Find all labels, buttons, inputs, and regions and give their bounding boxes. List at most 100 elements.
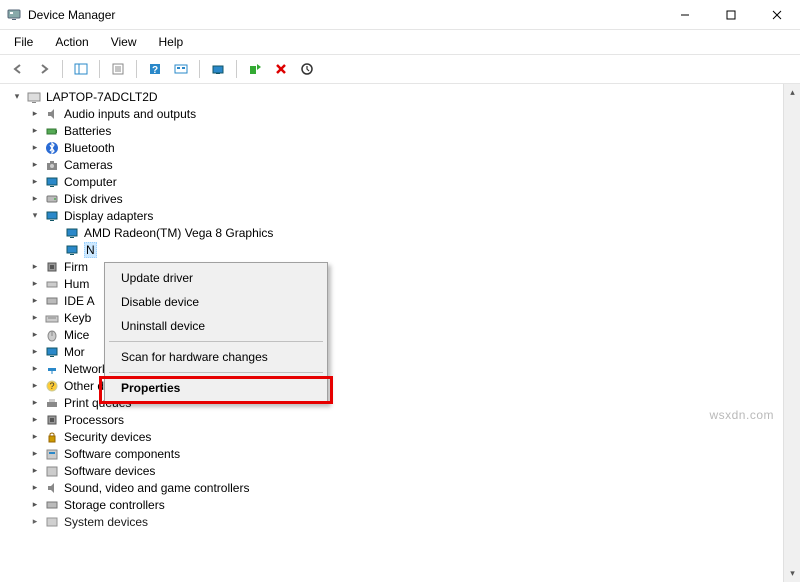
tree-item-softcomp[interactable]: ▸ Software components xyxy=(4,445,800,462)
menu-action[interactable]: Action xyxy=(45,32,98,52)
chevron-right-icon[interactable]: ▸ xyxy=(28,311,42,325)
chevron-down-icon[interactable]: ▾ xyxy=(28,209,42,223)
chevron-right-icon[interactable]: ▸ xyxy=(28,124,42,138)
tree-item-label: Keyb xyxy=(64,311,91,325)
camera-icon xyxy=(44,157,60,173)
back-button[interactable] xyxy=(6,58,30,80)
chevron-right-icon[interactable]: ▸ xyxy=(28,277,42,291)
tree-item-storage[interactable]: ▸ Storage controllers xyxy=(4,496,800,513)
ctx-disable-device[interactable]: Disable device xyxy=(107,290,325,314)
tree-item-label: Sound, video and game controllers xyxy=(64,481,249,495)
chevron-right-icon[interactable]: ▸ xyxy=(28,345,42,359)
tree-item-sound[interactable]: ▸ Sound, video and game controllers xyxy=(4,479,800,496)
ctx-properties[interactable]: Properties xyxy=(107,376,325,400)
tree-item-label: Audio inputs and outputs xyxy=(64,107,196,121)
disable-toolbar-button[interactable] xyxy=(295,58,319,80)
menu-help[interactable]: Help xyxy=(149,32,194,52)
chevron-right-icon[interactable]: ▸ xyxy=(28,192,42,206)
computer-root-icon xyxy=(26,89,42,105)
maximize-button[interactable] xyxy=(708,0,754,30)
tree-item-label: Computer xyxy=(64,175,117,189)
network-icon xyxy=(44,361,60,377)
scan-hardware-button[interactable] xyxy=(206,58,230,80)
tree-item-label: Mice xyxy=(64,328,89,342)
audio-icon xyxy=(44,106,60,122)
cpu-icon xyxy=(44,412,60,428)
chevron-right-icon[interactable]: ▸ xyxy=(28,413,42,427)
tree-item-cameras[interactable]: ▸ Cameras xyxy=(4,156,800,173)
action-toolbar-button[interactable] xyxy=(169,58,193,80)
scroll-up-button[interactable]: ▴ xyxy=(784,84,800,101)
tree-item-batteries[interactable]: ▸ Batteries xyxy=(4,122,800,139)
ctx-separator xyxy=(109,372,323,373)
show-hide-tree-button[interactable] xyxy=(69,58,93,80)
monitor-icon xyxy=(44,344,60,360)
titlebar: Device Manager xyxy=(0,0,800,30)
tree-item-audio[interactable]: ▸ Audio inputs and outputs xyxy=(4,105,800,122)
tree-item-security[interactable]: ▸ Security devices xyxy=(4,428,800,445)
ctx-update-driver[interactable]: Update driver xyxy=(107,266,325,290)
chevron-right-icon[interactable]: ▸ xyxy=(28,141,42,155)
close-button[interactable] xyxy=(754,0,800,30)
chevron-right-icon[interactable]: ▸ xyxy=(28,328,42,342)
tree-root[interactable]: ▾ LAPTOP-7ADCLT2D xyxy=(4,88,800,105)
chevron-right-icon[interactable]: ▸ xyxy=(28,481,42,495)
menu-view[interactable]: View xyxy=(101,32,147,52)
system-icon xyxy=(44,514,60,530)
help-toolbar-button[interactable]: ? xyxy=(143,58,167,80)
chevron-down-icon[interactable]: ▾ xyxy=(10,90,24,104)
scrollbar-track[interactable] xyxy=(784,101,800,565)
tree-item-label: Mor xyxy=(64,345,85,359)
tree-item-selected-display[interactable]: N xyxy=(4,241,800,258)
ctx-uninstall-device[interactable]: Uninstall device xyxy=(107,314,325,338)
scroll-down-button[interactable]: ▾ xyxy=(784,565,800,582)
chevron-right-icon[interactable]: ▸ xyxy=(28,294,42,308)
app-icon xyxy=(6,7,22,23)
chevron-right-icon[interactable]: ▸ xyxy=(28,362,42,376)
tree-item-label: Disk drives xyxy=(64,192,123,206)
tree-item-softdev[interactable]: ▸ Software devices xyxy=(4,462,800,479)
tree-item-label: Cameras xyxy=(64,158,113,172)
tree-item-disk[interactable]: ▸ Disk drives xyxy=(4,190,800,207)
chevron-right-icon[interactable]: ▸ xyxy=(28,379,42,393)
chevron-right-icon[interactable]: ▸ xyxy=(28,464,42,478)
tree-item-label: Batteries xyxy=(64,124,111,138)
forward-button[interactable] xyxy=(32,58,56,80)
minimize-button[interactable] xyxy=(662,0,708,30)
chevron-right-icon[interactable]: ▸ xyxy=(28,430,42,444)
menu-file[interactable]: File xyxy=(4,32,43,52)
chevron-right-icon[interactable]: ▸ xyxy=(28,396,42,410)
uninstall-toolbar-button[interactable] xyxy=(269,58,293,80)
tree-item-label: Security devices xyxy=(64,430,151,444)
tree-item-bluetooth[interactable]: ▸ Bluetooth xyxy=(4,139,800,156)
tree-item-processors[interactable]: ▸ Processors xyxy=(4,411,800,428)
tree-item-label: Hum xyxy=(64,277,89,291)
tree-item-label: Bluetooth xyxy=(64,141,115,155)
chevron-right-icon[interactable]: ▸ xyxy=(28,260,42,274)
battery-icon xyxy=(44,123,60,139)
tree-item-amd-radeon[interactable]: AMD Radeon(TM) Vega 8 Graphics xyxy=(4,224,800,241)
tree-item-label: Software components xyxy=(64,447,180,461)
tree-item-label: System devices xyxy=(64,515,148,529)
tree-item-display-adapters[interactable]: ▾ Display adapters xyxy=(4,207,800,224)
chevron-right-icon[interactable]: ▸ xyxy=(28,515,42,529)
chevron-right-icon[interactable]: ▸ xyxy=(28,175,42,189)
display-icon xyxy=(64,242,80,258)
vertical-scrollbar[interactable]: ▴ ▾ xyxy=(783,84,800,582)
tree-item-label: N xyxy=(84,242,97,258)
update-driver-toolbar-button[interactable] xyxy=(243,58,267,80)
properties-toolbar-button[interactable] xyxy=(106,58,130,80)
tree-item-computer[interactable]: ▸ Computer xyxy=(4,173,800,190)
chevron-right-icon[interactable]: ▸ xyxy=(28,158,42,172)
tree-item-system[interactable]: ▸ System devices xyxy=(4,513,800,530)
chevron-right-icon[interactable]: ▸ xyxy=(28,107,42,121)
sound-icon xyxy=(44,480,60,496)
svg-text:?: ? xyxy=(152,65,158,76)
chevron-right-icon[interactable]: ▸ xyxy=(28,498,42,512)
printer-icon xyxy=(44,395,60,411)
tree-item-label: Software devices xyxy=(64,464,155,478)
chevron-right-icon[interactable]: ▸ xyxy=(28,447,42,461)
ctx-scan-hardware[interactable]: Scan for hardware changes xyxy=(107,345,325,369)
mouse-icon xyxy=(44,327,60,343)
menubar: File Action View Help xyxy=(0,30,800,54)
